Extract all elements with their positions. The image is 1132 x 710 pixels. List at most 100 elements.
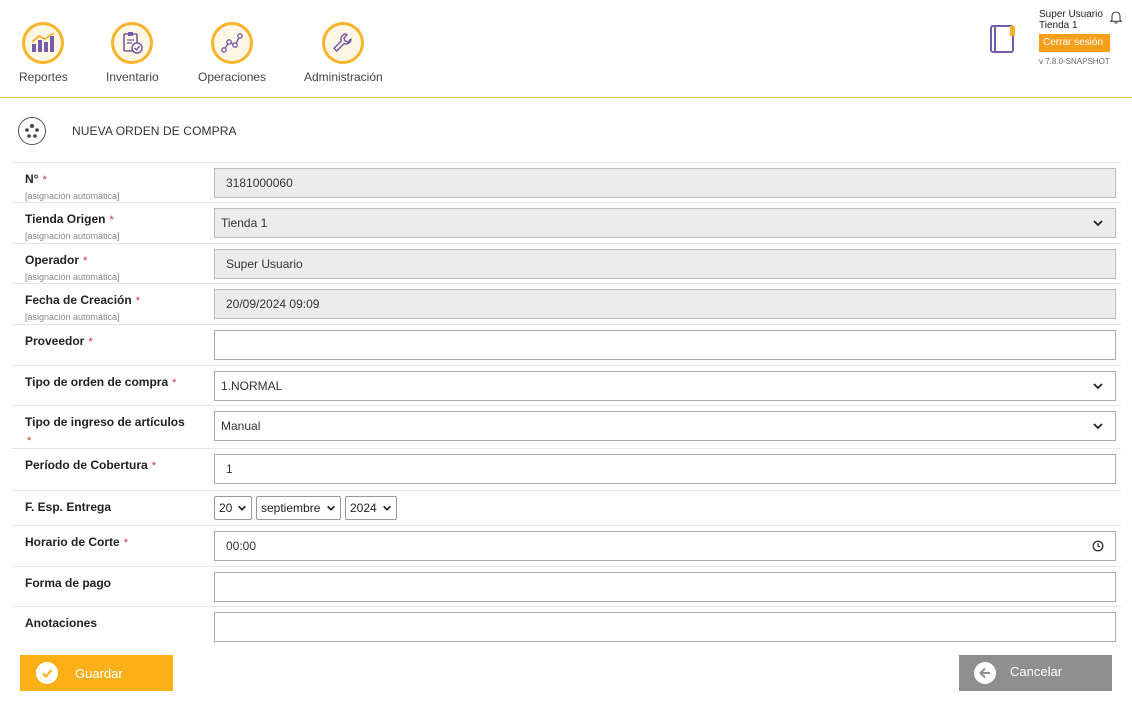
delivery-day-value: 20 xyxy=(219,501,233,515)
chevron-down-icon xyxy=(1093,423,1103,430)
app-version: v 7.8.0-SNAPSHOT xyxy=(1039,57,1110,66)
required-mark: * xyxy=(123,537,128,549)
clock-icon[interactable] xyxy=(1092,540,1104,552)
required-mark: * xyxy=(42,174,47,186)
origin-store-auto-note: [asignación automática] xyxy=(25,231,120,241)
order-type-value: 1.NORMAL xyxy=(221,379,283,393)
save-button-label: Guardar xyxy=(75,665,123,681)
required-mark: * xyxy=(83,255,88,267)
row-cutoff-time: Horario de Corte * 00:00 xyxy=(12,526,1121,567)
required-mark: * xyxy=(151,460,156,472)
number-label-group: N° * [asignación automática] xyxy=(25,170,205,201)
delivery-month-value: septiembre xyxy=(261,501,321,515)
page-header: NUEVA ORDEN DE COMPRA xyxy=(18,117,237,145)
chevron-down-icon xyxy=(383,505,391,511)
row-number: N° * [asignación automática] 3181000060 xyxy=(12,163,1121,203)
order-type-select[interactable]: 1.NORMAL xyxy=(214,371,1116,401)
row-creation-date: Fecha de Creación * [asignación automátic… xyxy=(12,284,1121,325)
chevron-down-icon xyxy=(1093,383,1103,390)
number-label: N° xyxy=(25,172,39,186)
nav-administration-label: Administración xyxy=(304,70,383,84)
entry-type-select[interactable]: Manual xyxy=(214,411,1116,441)
delivery-month-select[interactable]: septiembre xyxy=(256,496,341,520)
row-origin-store: Tienda Origen * [asignación automática] T… xyxy=(12,203,1121,244)
required-mark: * xyxy=(88,336,93,348)
check-icon xyxy=(36,662,58,684)
coverage-period-label-group: Período de Cobertura * xyxy=(25,456,205,474)
row-coverage-period: Período de Cobertura * 1 xyxy=(12,449,1121,491)
row-supplier: Proveedor * xyxy=(12,325,1121,366)
creation-date-field: 20/09/2024 09:09 xyxy=(214,289,1116,319)
operator-label-group: Operador * [asignación automática] xyxy=(25,251,205,282)
page-title: NUEVA ORDEN DE COMPRA xyxy=(72,124,237,138)
delivery-year-value: 2024 xyxy=(350,501,377,515)
operator-label: Operador xyxy=(25,253,80,267)
payment-method-input[interactable] xyxy=(214,572,1116,602)
chevron-down-icon xyxy=(1093,220,1103,227)
notes-label: Anotaciones xyxy=(25,616,98,630)
entry-type-value: Manual xyxy=(221,419,261,433)
operations-nodes-icon xyxy=(211,22,254,64)
delivery-year-select[interactable]: 2024 xyxy=(345,496,397,520)
save-button[interactable]: Guardar xyxy=(20,655,173,691)
coverage-period-input[interactable]: 1 xyxy=(214,454,1116,484)
cutoff-time-label: Horario de Corte xyxy=(25,535,120,549)
cutoff-time-input[interactable]: 00:00 xyxy=(214,531,1116,561)
origin-store-value: Tienda 1 xyxy=(221,216,268,230)
number-auto-note: [asignación automática] xyxy=(25,191,120,201)
cutoff-time-value: 00:00 xyxy=(226,539,257,553)
creation-date-label-group: Fecha de Creación * [asignación automátic… xyxy=(25,291,205,322)
cutoff-time-label-group: Horario de Corte * xyxy=(25,533,205,551)
bell-icon[interactable] xyxy=(1109,10,1123,29)
notes-input[interactable] xyxy=(214,612,1116,642)
nav-inventory-label: Inventario xyxy=(106,70,159,84)
cancel-button-label: Cancelar xyxy=(1010,663,1063,679)
creation-date-label: Fecha de Creación xyxy=(25,293,132,307)
required-mark: * xyxy=(27,435,32,447)
purchase-order-form: N° * [asignación automática] 3181000060 T… xyxy=(12,162,1121,647)
origin-store-label-group: Tienda Origen * [asignación automática] xyxy=(25,210,205,241)
nav-inventory[interactable]: Inventario xyxy=(106,22,159,84)
coverage-period-label: Período de Cobertura xyxy=(25,458,148,472)
logout-button[interactable]: Cerrar sesión xyxy=(1039,34,1110,52)
nav-administration[interactable]: Administración xyxy=(304,22,383,84)
operator-field: Super Usuario xyxy=(214,249,1116,279)
nav-operations[interactable]: Operaciones xyxy=(198,22,266,84)
creation-date-auto-note: [asignación automática] xyxy=(25,312,120,322)
operator-auto-note: [asignación automática] xyxy=(25,272,120,282)
order-type-label: Tipo de orden de compra xyxy=(25,375,169,389)
nav-reports-label: Reportes xyxy=(19,70,68,84)
origin-store-label: Tienda Origen xyxy=(25,212,106,226)
row-payment-method: Forma de pago xyxy=(12,567,1121,607)
delivery-day-select[interactable]: 20 xyxy=(214,496,252,520)
required-mark: * xyxy=(135,295,140,307)
supplier-input[interactable] xyxy=(214,330,1116,360)
row-expected-delivery: F. Esp. Entrega 20 septiembre 2024 xyxy=(12,491,1121,526)
nav-reports[interactable]: Reportes xyxy=(19,22,68,84)
row-entry-type: Tipo de ingreso de artículos * Manual xyxy=(12,406,1121,449)
expected-delivery-label: F. Esp. Entrega xyxy=(25,500,112,514)
required-mark: * xyxy=(109,214,114,226)
payment-method-label: Forma de pago xyxy=(25,576,112,590)
notes-label-group: Anotaciones xyxy=(25,614,205,632)
reports-chart-icon xyxy=(22,22,65,64)
supplier-label-group: Proveedor * xyxy=(25,332,205,350)
wrench-icon xyxy=(322,22,365,64)
manual-book-icon[interactable] xyxy=(988,24,1018,61)
number-field: 3181000060 xyxy=(214,168,1116,198)
entry-type-label-group: Tipo de ingreso de artículos * xyxy=(25,413,205,449)
row-notes: Anotaciones xyxy=(12,607,1121,647)
cancel-button[interactable]: Cancelar xyxy=(959,655,1112,691)
chevron-down-icon xyxy=(327,505,335,511)
origin-store-select[interactable]: Tienda 1 xyxy=(214,208,1116,238)
order-type-label-group: Tipo de orden de compra * xyxy=(25,373,205,391)
row-order-type: Tipo de orden de compra * 1.NORMAL xyxy=(12,366,1121,406)
row-operator: Operador * [asignación automática] Super … xyxy=(12,244,1121,284)
purchase-order-icon xyxy=(18,117,46,145)
required-mark: * xyxy=(172,377,177,389)
arrow-left-icon xyxy=(974,662,996,684)
entry-type-label: Tipo de ingreso de artículos xyxy=(25,415,185,429)
payment-method-label-group: Forma de pago xyxy=(25,574,205,592)
expected-delivery-label-group: F. Esp. Entrega xyxy=(25,498,205,516)
nav-operations-label: Operaciones xyxy=(198,70,267,84)
